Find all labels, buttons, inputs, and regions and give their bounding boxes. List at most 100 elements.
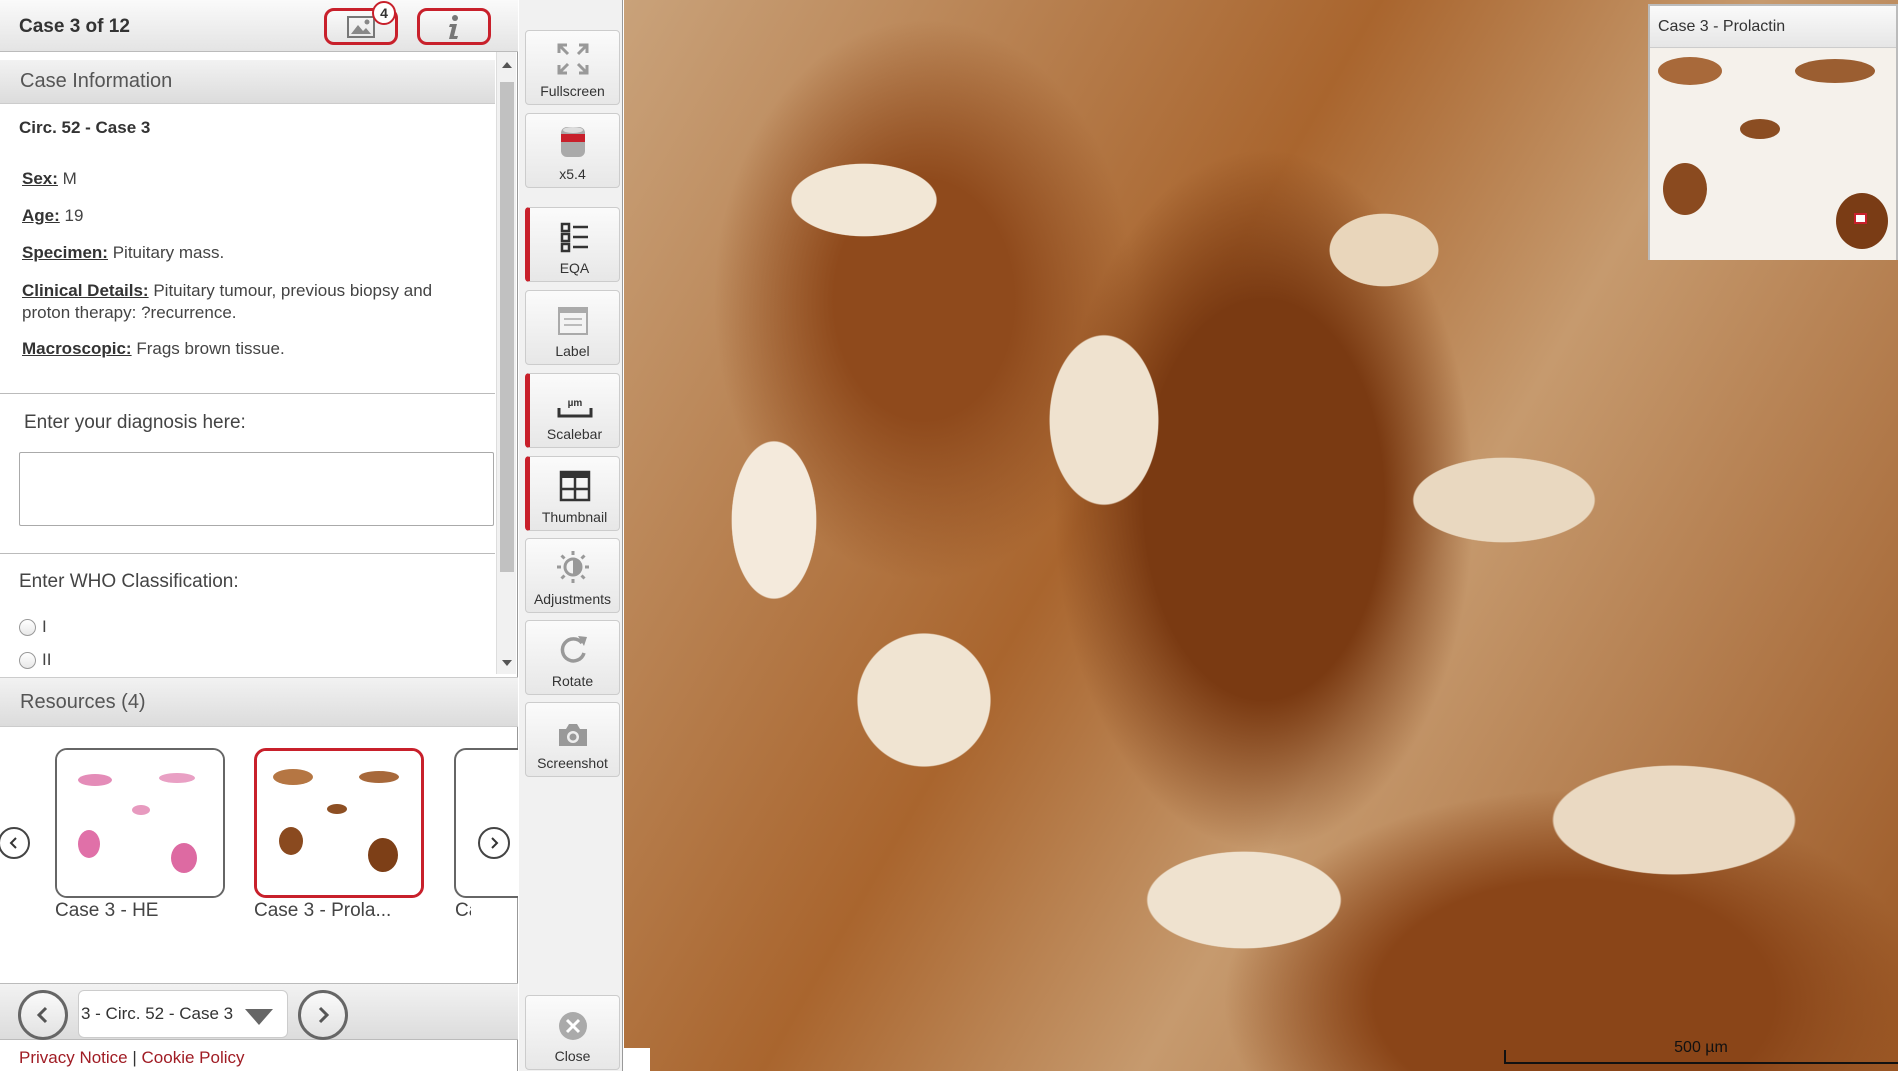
footer-separator: |	[132, 1048, 137, 1067]
resource-thumbnail-third[interactable]	[454, 748, 518, 898]
who-option-ii[interactable]: II	[19, 650, 51, 670]
fullscreen-icon	[557, 43, 588, 75]
sex-value: M	[62, 169, 77, 188]
eqa-label: EQA	[559, 260, 590, 276]
adjustments-label: Adjustments	[533, 591, 612, 607]
resource-thumbnail-prolactin[interactable]	[254, 748, 424, 898]
footer: Privacy Notice | Cookie Policy	[19, 1048, 245, 1068]
scroll-up-arrow-icon[interactable]	[502, 62, 512, 68]
case-top-bar: Case 3 of 12 4	[0, 0, 518, 52]
minimap-overview[interactable]	[1650, 49, 1896, 260]
case-panel: Case 3 of 12 4 Case Information Circ. 52…	[0, 0, 518, 1071]
carousel-next-button[interactable]	[478, 827, 510, 859]
sex-row: Sex: M	[22, 168, 482, 190]
case-select-value: 3 - Circ. 52 - Case 3	[81, 1004, 234, 1023]
zoom-level-button[interactable]: x5.4	[525, 113, 620, 188]
camera-icon	[558, 724, 587, 746]
scrollbar-thumb[interactable]	[500, 82, 514, 572]
resource-label: Case 3 - Prola...	[254, 900, 392, 921]
case-select-dropdown[interactable]: 3 - Circ. 52 - Case 3	[78, 990, 288, 1038]
label-tool-label: Label	[555, 343, 590, 359]
macroscopic-row: Macroscopic: Frags brown tissue.	[22, 338, 482, 360]
case-title: Circ. 52 - Case 3	[19, 118, 151, 137]
scale-bar-label: 500 µm	[1674, 1039, 1728, 1056]
slide-viewer[interactable]: Case 3 - Prolactin 500 µm	[624, 0, 1898, 1071]
case-info-scrollbar[interactable]	[496, 52, 516, 674]
radio-button[interactable]	[19, 618, 36, 636]
svg-text:µm: µm	[567, 398, 582, 409]
case-counter: Case 3 of 12	[19, 16, 130, 37]
clinical-details-row: Clinical Details: Pituitary tumour, prev…	[22, 280, 482, 324]
diagnosis-label: Enter your diagnosis here:	[24, 412, 246, 433]
close-icon	[558, 1012, 587, 1040]
images-icon	[347, 15, 375, 38]
info-button[interactable]	[417, 8, 491, 45]
he-slide-image	[57, 750, 223, 896]
rotate-label: Rotate	[551, 673, 594, 689]
screenshot-label: Screenshot	[537, 755, 608, 771]
zoom-level-label: x5.4	[559, 166, 586, 182]
ruler-icon: µm	[557, 398, 592, 418]
carousel-prev-button[interactable]	[0, 827, 30, 859]
adjustments-button[interactable]: Adjustments	[525, 538, 620, 613]
info-icon	[449, 14, 458, 39]
resources-carousel: Case 3 - HE Case 3 - Prola... Ca	[0, 728, 518, 983]
checklist-icon	[560, 222, 588, 253]
minimap[interactable]: Case 3 - Prolactin	[1648, 4, 1898, 260]
who-option-label: I	[42, 617, 47, 636]
age-row: Age: 19	[22, 205, 482, 227]
case-information-header[interactable]: Case Information	[0, 60, 495, 104]
resources-header[interactable]: Resources (4)	[0, 677, 518, 727]
close-button[interactable]: Close	[525, 995, 620, 1070]
privacy-notice-link[interactable]: Privacy Notice	[19, 1048, 128, 1067]
clinical-details-label: Clinical Details:	[22, 281, 149, 300]
resource-thumbnail-he[interactable]	[55, 748, 225, 898]
resource-label: Case 3 - HE	[55, 900, 159, 921]
divider	[0, 393, 495, 394]
rotate-icon	[560, 636, 587, 663]
previous-case-button[interactable]	[18, 990, 68, 1040]
who-option-i[interactable]: I	[19, 617, 47, 637]
next-case-button[interactable]	[298, 990, 348, 1040]
chevron-right-icon	[491, 837, 499, 849]
diagnosis-input[interactable]	[19, 452, 494, 526]
cookie-policy-link[interactable]: Cookie Policy	[142, 1048, 245, 1067]
case-navigation-bar: 3 - Circ. 52 - Case 3	[0, 983, 518, 1040]
scalebar-label: Scalebar	[546, 426, 603, 442]
viewer-toolbar: Fullscreen x5.4 EQA Label µm Scalebar Th…	[519, 0, 623, 1071]
viewer-corner-box	[624, 1048, 650, 1071]
chevron-right-icon	[318, 1006, 330, 1024]
who-option-label: II	[42, 650, 52, 669]
specimen-value: Pituitary mass.	[112, 243, 225, 262]
thumbnail-button[interactable]: Thumbnail	[525, 456, 620, 531]
sex-label: Sex:	[22, 169, 58, 188]
objective-lens-icon	[560, 127, 585, 157]
case-information-content: Circ. 52 - Case 3 Sex: M Age: 19 Specime…	[0, 104, 495, 674]
specimen-row: Specimen: Pituitary mass.	[22, 242, 482, 264]
fullscreen-button[interactable]: Fullscreen	[525, 30, 620, 105]
age-value: 19	[64, 206, 84, 225]
age-label: Age:	[22, 206, 60, 225]
minimap-viewport-marker[interactable]	[1854, 213, 1867, 224]
screenshot-button[interactable]: Screenshot	[525, 702, 620, 777]
chevron-left-icon	[9, 837, 17, 849]
minimap-title: Case 3 - Prolactin	[1650, 6, 1896, 48]
label-icon	[557, 307, 588, 335]
divider	[0, 553, 495, 554]
rotate-button[interactable]: Rotate	[525, 620, 620, 695]
scroll-down-arrow-icon[interactable]	[502, 660, 512, 666]
label-button[interactable]: Label	[525, 290, 620, 365]
scalebar-button[interactable]: µm Scalebar	[525, 373, 620, 448]
specimen-label: Specimen:	[22, 243, 108, 262]
brightness-icon	[556, 551, 589, 583]
thumbnail-grid-icon	[559, 470, 590, 502]
macroscopic-label: Macroscopic:	[22, 339, 132, 358]
radio-button[interactable]	[19, 651, 36, 669]
chevron-left-icon	[36, 1006, 48, 1024]
minimap-slide-image	[1650, 49, 1896, 260]
eqa-button[interactable]: EQA	[525, 207, 620, 282]
close-label: Close	[554, 1048, 591, 1064]
macroscopic-value: Frags brown tissue.	[136, 339, 285, 358]
images-count-badge: 4	[372, 1, 396, 25]
prolactin-slide-image	[257, 751, 421, 895]
